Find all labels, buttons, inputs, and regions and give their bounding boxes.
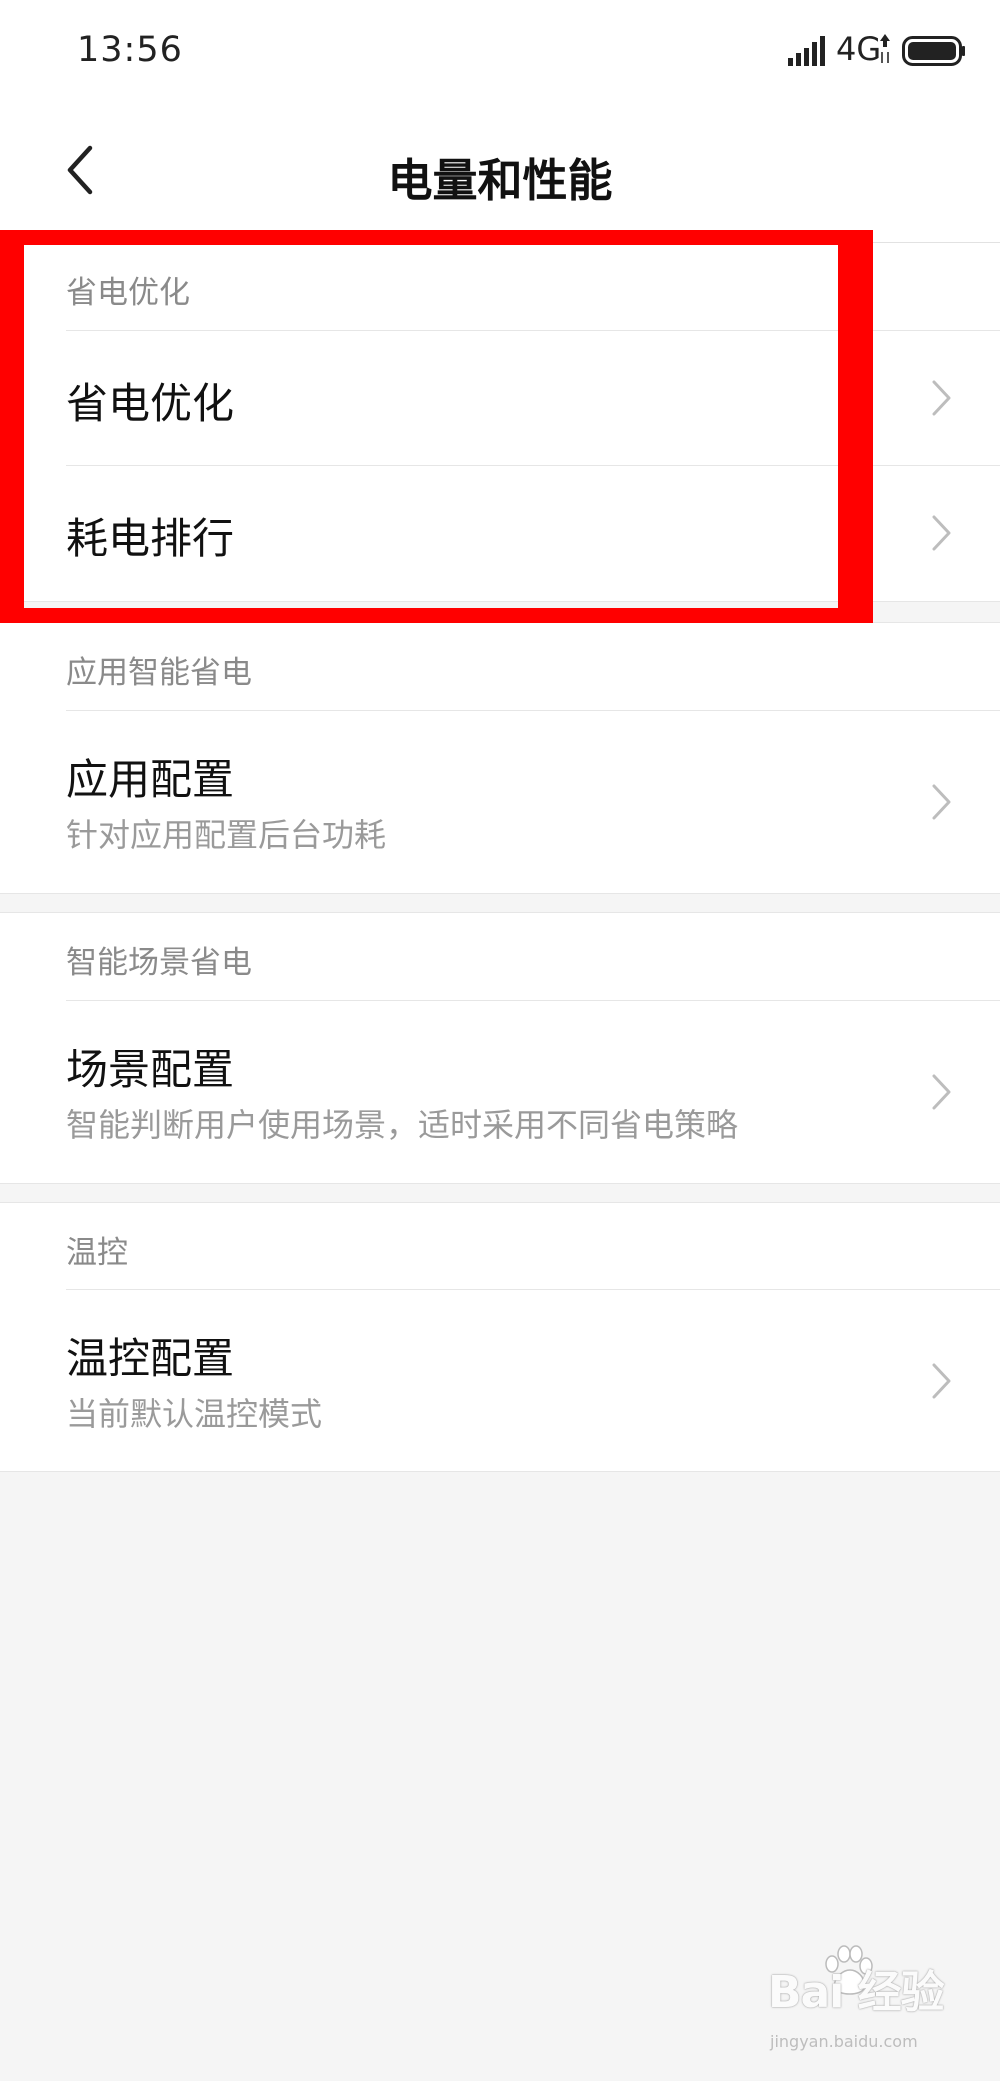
section-header: 应用智能省电	[66, 655, 252, 691]
item-title: 应用配置	[66, 755, 235, 804]
list-item-app-config[interactable]: 应用配置 针对应用配置后台功耗	[0, 710, 1000, 892]
divider	[66, 1289, 1000, 1290]
chevron-right-icon	[932, 515, 951, 551]
status-bar: 13:56 4G	[0, 0, 1000, 100]
list-item-power-saving-optimization[interactable]: 省电优化	[0, 330, 1000, 464]
status-time: 13:56	[77, 30, 183, 70]
item-title: 耗电排行	[66, 514, 235, 563]
network-arrows-icon	[880, 34, 890, 63]
network-type: 4G	[836, 30, 882, 68]
item-title: 场景配置	[66, 1045, 235, 1094]
list-item-power-usage-ranking[interactable]: 耗电排行	[0, 465, 1000, 600]
item-subtitle: 针对应用配置后台功耗	[66, 816, 387, 854]
page-title: 电量和性能	[387, 154, 613, 207]
divider	[66, 710, 1000, 711]
divider	[66, 465, 1000, 466]
watermark-url: jingyan.baidu.com	[770, 2032, 918, 2051]
divider	[66, 1000, 1000, 1001]
divider	[66, 330, 1000, 331]
item-subtitle: 当前默认温控模式	[66, 1395, 323, 1433]
section-header: 智能场景省电	[66, 945, 252, 981]
chevron-right-icon	[932, 1074, 951, 1110]
section-header: 温控	[66, 1235, 128, 1271]
watermark-brand: Bai 经验	[768, 1967, 945, 2018]
section-app-smart-saving: 应用智能省电 应用配置 针对应用配置后台功耗	[0, 622, 1000, 894]
title-bar: 电量和性能	[0, 100, 1000, 243]
chevron-right-icon	[932, 784, 951, 820]
chevron-right-icon	[932, 380, 951, 416]
section-scene-smart-saving: 智能场景省电 场景配置 智能判断用户使用场景，适时采用不同省电策略	[0, 912, 1000, 1184]
section-temperature-control: 温控 温控配置 当前默认温控模式	[0, 1202, 1000, 1472]
battery-icon	[902, 36, 965, 66]
watermark: Bai 经验 jingyan.baidu.com	[768, 1944, 973, 2064]
list-item-scene-config[interactable]: 场景配置 智能判断用户使用场景，适时采用不同省电策略	[0, 1000, 1000, 1182]
item-title: 温控配置	[66, 1334, 235, 1383]
item-title: 省电优化	[66, 379, 235, 428]
section-power-saving: 省电优化 省电优化 耗电排行	[0, 243, 1000, 602]
chevron-right-icon	[932, 1363, 951, 1399]
section-header: 省电优化	[66, 275, 190, 311]
signal-icon	[788, 36, 825, 66]
list-item-thermal-config[interactable]: 温控配置 当前默认温控模式	[0, 1289, 1000, 1470]
item-subtitle: 智能判断用户使用场景，适时采用不同省电策略	[66, 1106, 739, 1144]
